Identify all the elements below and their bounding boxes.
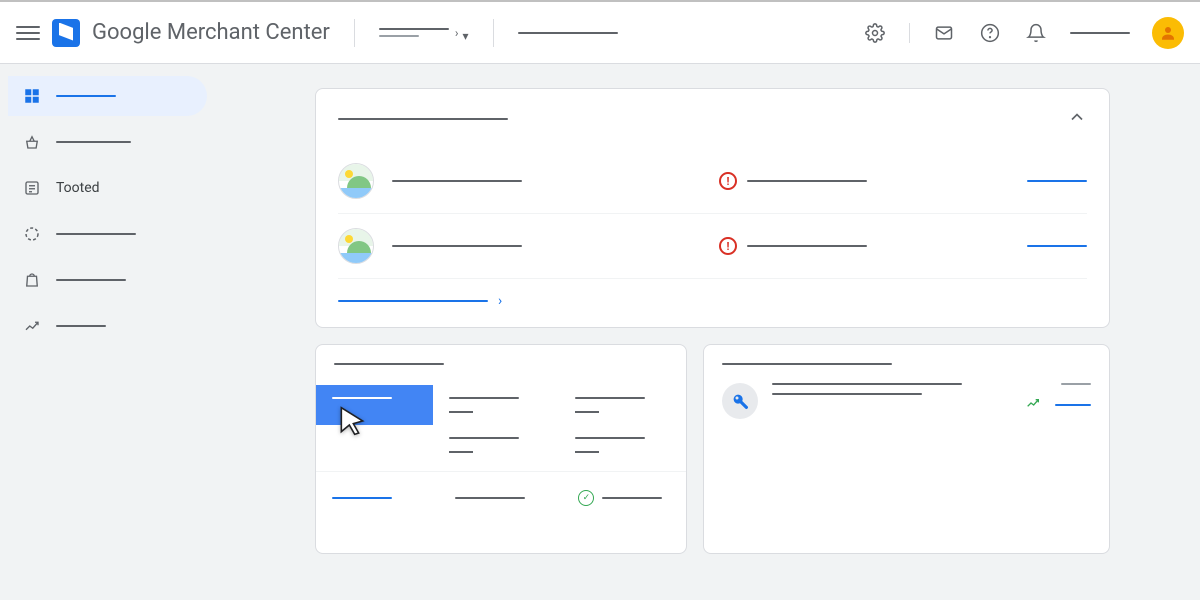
footer-check: ✓	[562, 484, 685, 512]
sidebar-item-performance[interactable]	[8, 214, 207, 254]
stat-cell[interactable]	[559, 425, 685, 465]
rec-action-link[interactable]	[1055, 404, 1091, 406]
basket-icon	[22, 132, 42, 152]
account-switcher[interactable]: › ▾	[379, 23, 469, 43]
circle-dashed-icon	[22, 224, 42, 244]
error-icon: !	[719, 237, 737, 255]
sidebar-item-products[interactable]: Tooted	[8, 168, 207, 208]
mail-icon[interactable]	[932, 21, 956, 45]
view-all-link[interactable]: ›	[338, 293, 1087, 309]
program-action-link[interactable]	[1027, 180, 1087, 182]
sidebar-item-label: Tooted	[56, 180, 100, 196]
sidebar-item-shopping[interactable]	[8, 122, 207, 162]
store-name	[518, 32, 618, 34]
stat-cell	[316, 425, 433, 465]
dashboard-icon	[22, 86, 42, 106]
trend-up-icon	[1025, 395, 1041, 415]
avatar[interactable]	[1152, 17, 1184, 49]
recommendation-row[interactable]	[722, 383, 1092, 419]
card-title	[338, 118, 508, 120]
card-title	[722, 363, 892, 365]
divider	[493, 19, 494, 47]
bell-icon[interactable]	[1024, 21, 1048, 45]
programs-card: ! ! ›	[315, 88, 1110, 328]
sidebar: Tooted	[0, 64, 215, 600]
chevron-up-icon[interactable]	[1067, 107, 1087, 131]
wrench-icon	[722, 383, 758, 419]
error-icon: !	[719, 172, 737, 190]
sidebar-item-marketing[interactable]	[8, 260, 207, 300]
program-row[interactable]: !	[338, 214, 1087, 279]
stat-cell-active[interactable]	[316, 385, 433, 425]
help-icon[interactable]	[978, 21, 1002, 45]
status-text	[747, 245, 867, 247]
main-content: ! ! ›	[215, 64, 1200, 600]
card-title	[334, 363, 444, 365]
status-text	[747, 180, 867, 182]
list-icon	[22, 178, 42, 198]
program-thumb-icon	[338, 163, 374, 199]
menu-icon[interactable]	[16, 21, 40, 45]
recommendations-card	[703, 344, 1111, 554]
app-header: Google Merchant Center › ▾	[0, 0, 1200, 64]
cursor-icon	[336, 405, 368, 437]
check-icon: ✓	[578, 490, 594, 506]
chevron-right-icon: ›	[455, 26, 459, 40]
program-name	[392, 180, 522, 182]
app-title: Google Merchant Center	[92, 20, 330, 45]
stats-card: ✓	[315, 344, 687, 554]
sidebar-item-growth[interactable]	[8, 306, 207, 346]
app-logo-icon[interactable]	[52, 19, 80, 47]
chevron-down-icon: ▾	[463, 29, 469, 43]
program-thumb-icon	[338, 228, 374, 264]
sidebar-item-overview[interactable]	[8, 76, 207, 116]
footer-link[interactable]	[316, 484, 439, 512]
program-name	[392, 245, 522, 247]
stat-cell[interactable]	[433, 385, 559, 425]
stat-cell[interactable]	[559, 385, 685, 425]
gear-icon[interactable]	[863, 21, 887, 45]
chevron-right-icon: ›	[498, 293, 502, 309]
trend-icon	[22, 316, 42, 336]
footer-text	[439, 484, 562, 512]
program-action-link[interactable]	[1027, 245, 1087, 247]
program-row[interactable]: !	[338, 149, 1087, 214]
divider	[354, 19, 355, 47]
user-name	[1070, 32, 1130, 34]
bag-icon	[22, 270, 42, 290]
stat-cell[interactable]	[433, 425, 559, 465]
